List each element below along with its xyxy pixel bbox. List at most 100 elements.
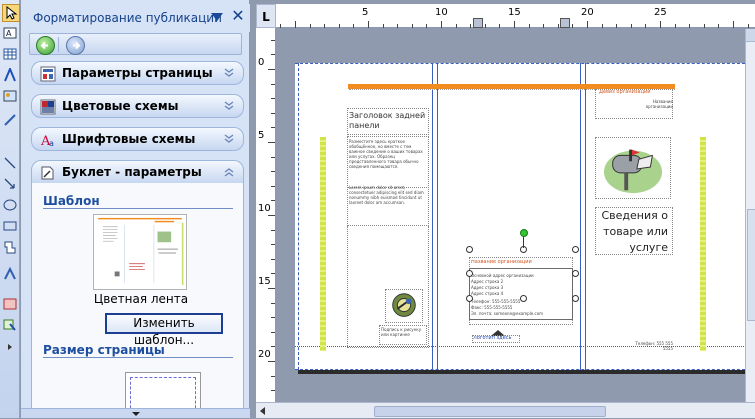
table-tool-icon[interactable] — [2, 46, 18, 62]
resize-handle[interactable] — [572, 270, 579, 277]
ruler-tick — [338, 24, 340, 28]
resize-handle[interactable] — [466, 295, 473, 302]
ruler-tick — [271, 375, 275, 377]
ruler-tick — [271, 244, 275, 246]
svg-text:a: a — [49, 139, 54, 148]
ruler-tick — [271, 54, 275, 56]
task-pane-navigation — [29, 33, 242, 55]
logo-icon[interactable] — [490, 327, 506, 336]
select-tool-icon[interactable] — [2, 4, 20, 22]
close-icon[interactable]: ✕ — [231, 8, 245, 24]
ruler-tick — [324, 24, 326, 28]
page-size-heading: Размер страницы — [43, 343, 165, 357]
task-pane-title: Форматирование публикации — [33, 11, 222, 25]
ruler-tick — [271, 258, 275, 260]
ruler-tick — [271, 185, 275, 187]
horizontal-scrollbar[interactable] — [256, 402, 755, 418]
ruler-tick — [747, 24, 749, 28]
font-schemes-icon: Aa — [40, 132, 56, 149]
hotspot-tool-icon[interactable] — [2, 317, 18, 333]
ruler-tick — [572, 24, 574, 28]
clipart-tool-icon[interactable] — [2, 112, 18, 128]
heading-underline — [43, 357, 233, 358]
column-guide — [437, 63, 438, 370]
horizontal-scroll-thumb[interactable] — [374, 406, 606, 417]
section-color-schemes[interactable]: Цветовые схемы — [31, 94, 244, 118]
cover-phone[interactable]: Телефон: 555 555 5555 — [625, 341, 673, 351]
ruler-tick — [441, 21, 442, 28]
ruler-tick — [718, 24, 720, 28]
chevron-down-icon — [223, 67, 235, 79]
ruler-tick — [397, 24, 399, 28]
ruler-tick — [271, 273, 275, 275]
picture-tool-icon[interactable] — [2, 88, 18, 104]
vertical-ruler[interactable]: 0 5 10 15 20 — [256, 28, 276, 402]
wordart-tool-icon[interactable] — [2, 67, 18, 83]
rectangle-tool-icon[interactable] — [2, 218, 18, 234]
back-arrow-icon[interactable] — [36, 36, 55, 55]
ruler-label: 20 — [258, 349, 271, 360]
task-pane-dropdown-icon[interactable] — [210, 11, 224, 23]
line-tool-icon[interactable] — [2, 155, 18, 171]
arrow-tool-icon[interactable] — [2, 176, 18, 192]
cover-picture[interactable] — [595, 137, 671, 199]
ruler-tick — [368, 21, 369, 28]
section-font-schemes[interactable]: Aa Шрифтовые схемы — [31, 127, 244, 151]
org-name-subtitle[interactable]: Название организации — [625, 99, 673, 109]
ruler-tick — [268, 361, 275, 362]
task-pane: Форматирование публикации ✕ Параметры ст… — [21, 0, 250, 418]
more-tools-chevron-icon[interactable] — [2, 339, 18, 355]
business-info-icon[interactable] — [2, 296, 18, 312]
back-panel-caption[interactable]: Подпись к рисунку или картинке — [379, 325, 427, 345]
back-panel-text-1[interactable]: Разместите здесь краткое обобщённое, но … — [347, 136, 429, 188]
section-label: Буклет - параметры — [62, 165, 202, 179]
resize-handle[interactable] — [466, 270, 473, 277]
ruler-tick — [271, 156, 275, 158]
vertical-scrollbar[interactable] — [745, 29, 755, 402]
ruler-tick — [470, 24, 472, 28]
horizontal-ruler[interactable]: 5 10 15 20 25 — [276, 4, 755, 28]
template-heading: Шаблон — [43, 194, 100, 208]
autoshapes-tool-icon[interactable] — [2, 239, 18, 255]
middle-org-name[interactable]: Название организации — [471, 260, 571, 265]
green-accent-bar-right — [700, 137, 706, 351]
cover-title[interactable]: Сведения о товаре или услуге — [595, 207, 673, 255]
text-box-tool-icon[interactable]: A — [2, 25, 18, 41]
section-page-options[interactable]: Параметры страницы — [31, 61, 244, 85]
resize-handle[interactable] — [466, 246, 473, 253]
column-guide — [585, 63, 586, 370]
task-pane-scrollbar[interactable] — [21, 408, 250, 418]
selected-text-box[interactable] — [469, 268, 573, 320]
chevron-up-icon — [223, 166, 235, 178]
design-gallery-icon[interactable] — [2, 266, 18, 282]
section-label: Шрифтовые схемы — [62, 132, 196, 146]
ruler-tick — [271, 229, 275, 231]
template-name: Цветная лента — [93, 292, 189, 306]
section-booklet-options[interactable]: Буклет - параметры — [31, 160, 244, 184]
resize-handle[interactable] — [572, 246, 579, 253]
org-name-top[interactable]: Девиз организации — [599, 90, 673, 95]
forward-arrow-icon[interactable] — [66, 36, 85, 55]
ruler-corner[interactable]: L — [256, 4, 276, 28]
ruler-tick — [426, 24, 428, 28]
oval-tool-icon[interactable] — [2, 197, 18, 213]
scroll-left-icon[interactable] — [258, 406, 266, 419]
ruler-tick — [499, 24, 501, 28]
ruler-tick — [411, 24, 413, 28]
booklet-options-icon — [40, 165, 56, 181]
rotate-handle[interactable] — [520, 229, 528, 237]
chevron-down-icon — [223, 100, 235, 112]
logo-caption[interactable]: Логотип здесь — [472, 335, 520, 343]
back-panel-heading[interactable]: Заголовок задней панели — [347, 108, 429, 135]
indent-marker-icon[interactable] — [473, 18, 483, 28]
objects-toolbar: A — [0, 0, 20, 418]
back-panel-text-2[interactable]: Lorem ipsum dolor sit amet, consectetuer… — [347, 183, 429, 226]
change-template-button[interactable]: Изменить шаблон... — [105, 313, 223, 347]
back-panel-picture[interactable] — [385, 289, 423, 323]
resize-handle[interactable] — [520, 295, 527, 302]
resize-handle[interactable] — [572, 295, 579, 302]
ruler-tick — [271, 171, 275, 173]
template-thumbnail[interactable] — [93, 214, 187, 290]
indent-marker-icon[interactable] — [560, 18, 570, 28]
ruler-tick — [455, 24, 457, 28]
